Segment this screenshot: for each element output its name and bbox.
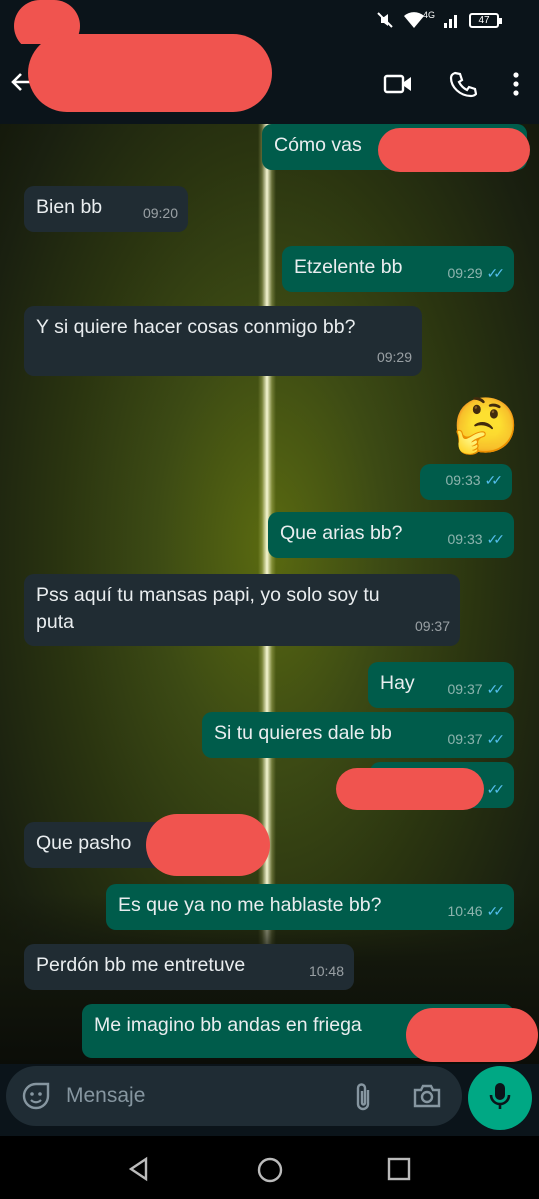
message-text-line-1: Pss aquí tu mansas papi, yo solo soy tu [36, 584, 380, 606]
message-outgoing[interactable]: Hay 09:37 ✓✓ [368, 662, 514, 708]
message-composer[interactable]: Mensaje [6, 1066, 462, 1126]
read-ticks-icon: ✓✓ [486, 781, 506, 797]
read-ticks-icon: ✓✓ [486, 731, 506, 747]
message-text: Que arias bb? [280, 522, 403, 544]
message-meta: 09:37 ✓✓ [447, 726, 506, 752]
message-text: Etzelente bb [294, 256, 403, 278]
header-actions [383, 70, 519, 103]
camera-icon[interactable] [412, 1082, 442, 1115]
message-input-placeholder[interactable]: Mensaje [66, 1084, 145, 1108]
message-text: Es que ya no me hablaste bb? [118, 894, 382, 916]
message-time: 09:33 [447, 531, 483, 547]
message-meta: 09:33 ✓✓ [447, 526, 506, 552]
message-text: Bien bb [36, 196, 103, 218]
message-time: 09:29 [447, 265, 483, 281]
message-time: 10:46 [447, 903, 483, 919]
message-incoming[interactable]: Bien bb 09:20 [24, 186, 188, 232]
message-outgoing[interactable]: Que arias bb? 09:33 ✓✓ [268, 512, 514, 558]
mic-icon [489, 1081, 511, 1116]
message-incoming[interactable]: Perdón bb me entretuve 10:48 [24, 944, 354, 990]
message-time: 09:29 [376, 349, 412, 365]
nav-recents-icon[interactable] [386, 1156, 412, 1187]
message-outgoing[interactable]: 09:33 ✓✓ [420, 464, 512, 500]
redaction-mark [378, 128, 530, 172]
message-text: Cómo vas [274, 134, 362, 156]
sticker-icon[interactable] [22, 1082, 50, 1115]
video-call-icon[interactable] [383, 72, 413, 101]
message-meta: 09:33 ✓✓ [445, 467, 504, 493]
message-text-line-2: puta [36, 611, 74, 633]
emoji-message[interactable]: 🤔 [452, 394, 520, 458]
message-meta: 09:29 [377, 344, 412, 370]
message-incoming[interactable]: Y si quiere hacer cosas conmigo bb? 09:2… [24, 306, 422, 376]
signal-icon [444, 15, 457, 28]
redaction-mark [406, 1008, 538, 1062]
message-text: Me imagino bb andas en friega [94, 1014, 362, 1036]
message-time: 09:33 [445, 472, 481, 488]
message-meta: 10:48 [309, 958, 344, 984]
nav-home-icon[interactable] [256, 1156, 284, 1189]
message-text: Que pasho [36, 832, 132, 854]
message-time: 09:37 [447, 731, 483, 747]
message-meta: 09:20 [143, 200, 178, 226]
message-outgoing[interactable]: Si tu quieres dale bb 09:37 ✓✓ [202, 712, 514, 758]
read-ticks-icon: ✓✓ [484, 472, 504, 488]
message-time: 10:48 [308, 963, 344, 979]
message-text: Si tu quieres dale bb [214, 722, 392, 744]
read-ticks-icon: ✓✓ [486, 265, 506, 281]
redaction-mark [28, 34, 272, 112]
status-icons: 4G 47 [375, 10, 502, 30]
message-meta: 09:37 [415, 613, 450, 640]
message-meta: ✓✓ [486, 776, 506, 802]
thinking-face-emoji: 🤔 [452, 396, 520, 456]
read-ticks-icon: ✓✓ [486, 681, 506, 697]
message-text: Y si quiere hacer cosas conmigo bb? [36, 316, 356, 338]
redaction-mark [146, 814, 270, 876]
redaction-mark [336, 768, 484, 810]
message-meta: 09:37 ✓✓ [447, 676, 506, 702]
mute-icon [377, 12, 393, 28]
battery-indicator: 47 [469, 12, 502, 28]
message-meta: 10:46 ✓✓ [447, 898, 506, 924]
voice-call-icon[interactable] [449, 70, 478, 103]
message-time: 09:37 [447, 681, 483, 697]
attach-icon[interactable] [352, 1082, 374, 1117]
message-time: 09:37 [414, 618, 450, 634]
read-ticks-icon: ✓✓ [486, 903, 506, 919]
wifi-icon [403, 12, 424, 28]
message-outgoing[interactable]: Etzelente bb 09:29 ✓✓ [282, 246, 514, 292]
message-incoming[interactable]: Pss aquí tu mansas papi, yo solo soy tu … [24, 574, 460, 646]
message-time: 09:20 [142, 205, 178, 221]
message-text: Hay [380, 672, 415, 694]
nav-back-icon[interactable] [126, 1156, 152, 1187]
read-ticks-icon: ✓✓ [486, 531, 506, 547]
message-text: Perdón bb me entretuve [36, 954, 246, 976]
message-meta: 09:29 ✓✓ [447, 260, 506, 286]
network-label: 4G [422, 10, 435, 20]
voice-record-button[interactable] [468, 1066, 532, 1130]
message-outgoing[interactable]: Es que ya no me hablaste bb? 10:46 ✓✓ [106, 884, 514, 930]
system-nav-bar [0, 1136, 539, 1199]
more-options-icon[interactable] [513, 72, 519, 101]
